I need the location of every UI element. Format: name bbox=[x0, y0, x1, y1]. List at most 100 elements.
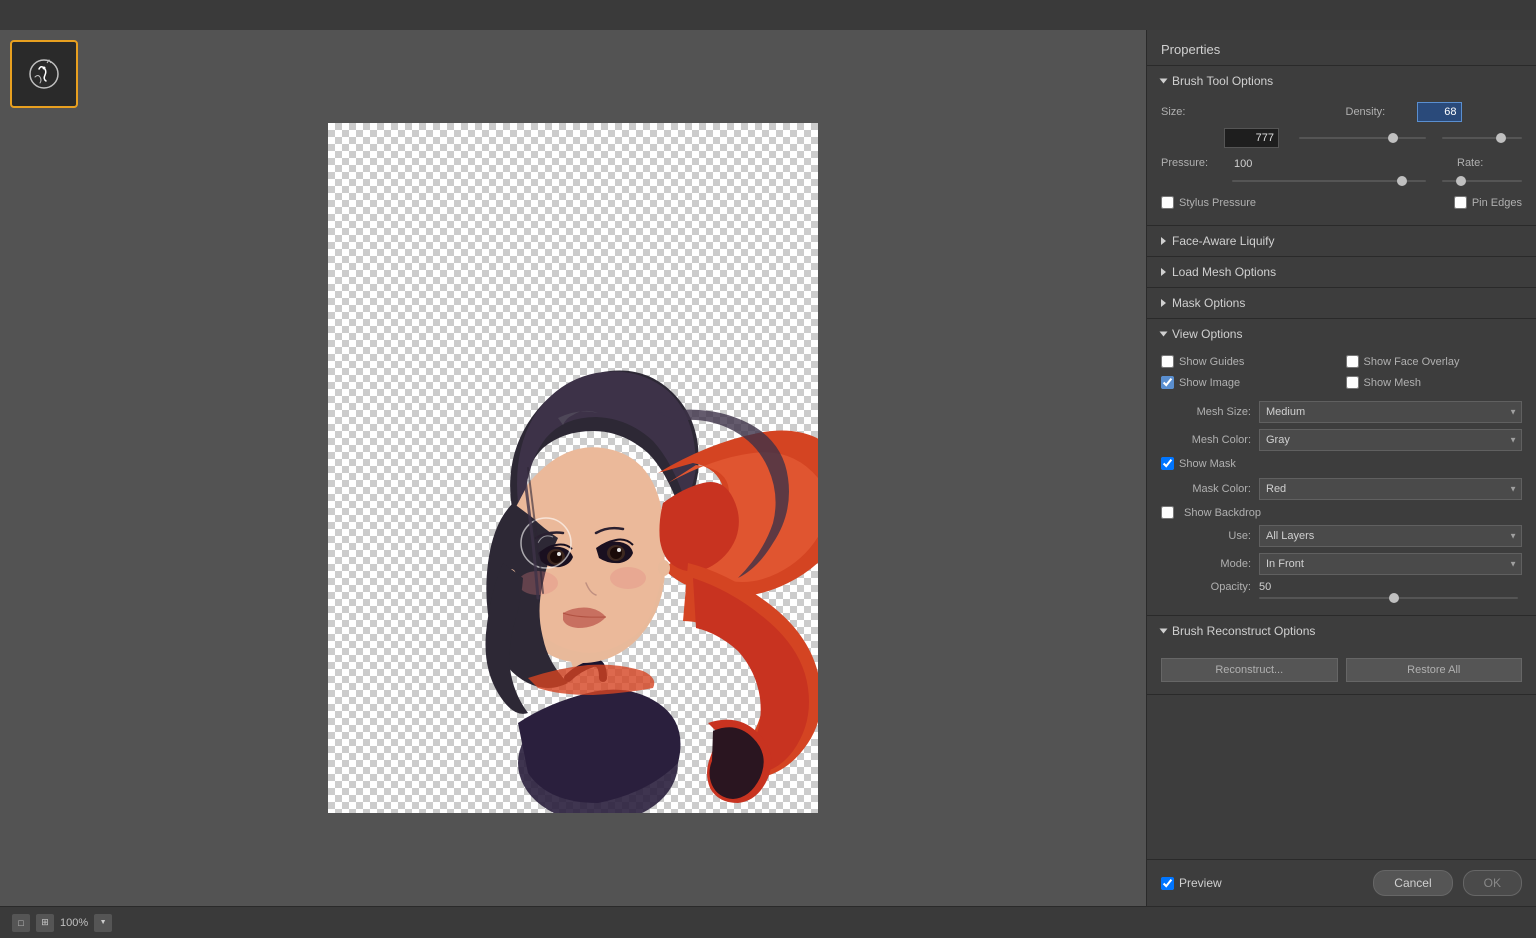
pin-edges-checkbox[interactable] bbox=[1454, 196, 1467, 209]
stylus-pressure-checkbox[interactable] bbox=[1161, 196, 1174, 209]
stylus-pressure-row: Stylus Pressure bbox=[1161, 196, 1256, 209]
density-slider-area bbox=[1442, 137, 1522, 139]
pressure-value: 100 bbox=[1234, 158, 1252, 170]
mode-select-wrapper: In Front Behind Blend bbox=[1259, 553, 1522, 575]
brush-tool-options-header[interactable]: Brush Tool Options bbox=[1147, 66, 1536, 96]
bottom-icon-1[interactable]: □ bbox=[12, 914, 30, 932]
mode-label: Mode: bbox=[1161, 558, 1251, 570]
view-options-header[interactable]: View Options bbox=[1147, 319, 1536, 349]
rate-label: Rate: bbox=[1457, 157, 1522, 169]
mask-color-select[interactable]: Red Green Blue White Black bbox=[1259, 478, 1522, 500]
brush-reconstruct-content: Reconstruct... Restore All bbox=[1147, 646, 1536, 694]
reconstruct-button[interactable]: Reconstruct... bbox=[1161, 658, 1338, 682]
density-input[interactable] bbox=[1417, 102, 1462, 122]
density-label: Density: bbox=[1346, 106, 1411, 118]
size-input[interactable] bbox=[1224, 128, 1279, 148]
panel-spacer bbox=[1147, 695, 1536, 859]
face-aware-section: Face-Aware Liquify bbox=[1147, 226, 1536, 257]
pressure-thumb[interactable] bbox=[1397, 176, 1407, 186]
tool-icon-box[interactable] bbox=[10, 40, 78, 108]
opacity-label: Opacity: bbox=[1161, 581, 1251, 593]
restore-all-button[interactable]: Restore All bbox=[1346, 658, 1523, 682]
mask-color-label: Mask Color: bbox=[1161, 483, 1251, 495]
show-mask-checkbox[interactable] bbox=[1161, 457, 1174, 470]
stylus-pin-row: Stylus Pressure Pin Edges bbox=[1161, 196, 1522, 213]
ok-button[interactable]: OK bbox=[1463, 870, 1522, 896]
brush-tool-options-title: Brush Tool Options bbox=[1172, 74, 1273, 88]
main-content: Properties Brush Tool Options Size: Dens… bbox=[0, 30, 1536, 906]
mask-options-section: Mask Options bbox=[1147, 288, 1536, 319]
brush-tool-options-content: Size: Density: bbox=[1147, 96, 1536, 225]
rate-track bbox=[1442, 180, 1522, 182]
show-face-overlay-row: Show Face Overlay bbox=[1346, 355, 1523, 368]
view-options-section: View Options Show Guides Show Face Overl… bbox=[1147, 319, 1536, 616]
preview-checkbox[interactable] bbox=[1161, 877, 1174, 890]
mesh-color-select-wrapper: Gray Black White Red bbox=[1259, 429, 1522, 451]
mode-select[interactable]: In Front Behind Blend bbox=[1259, 553, 1522, 575]
face-aware-title: Face-Aware Liquify bbox=[1172, 234, 1275, 248]
show-mesh-label: Show Mesh bbox=[1364, 377, 1421, 389]
brush-tool-options-section: Brush Tool Options Size: Density: bbox=[1147, 66, 1536, 226]
opacity-slider-row bbox=[1161, 597, 1522, 599]
size-thumb[interactable] bbox=[1388, 133, 1398, 143]
zoom-value: 100% bbox=[60, 917, 88, 929]
show-guides-row: Show Guides bbox=[1161, 355, 1338, 368]
use-select[interactable]: All Layers Background bbox=[1259, 525, 1522, 547]
top-bar bbox=[0, 0, 1536, 30]
bottom-icon-2[interactable]: ⊞ bbox=[36, 914, 54, 932]
canvas-image bbox=[328, 123, 818, 813]
rate-thumb[interactable] bbox=[1456, 176, 1466, 186]
size-slider[interactable] bbox=[1299, 131, 1426, 145]
mask-color-select-wrapper: Red Green Blue White Black bbox=[1259, 478, 1522, 500]
load-mesh-triangle bbox=[1161, 268, 1166, 276]
show-guides-label: Show Guides bbox=[1179, 356, 1244, 368]
mesh-color-label: Mesh Color: bbox=[1161, 434, 1251, 446]
load-mesh-title: Load Mesh Options bbox=[1172, 265, 1276, 279]
mesh-color-select[interactable]: Gray Black White Red bbox=[1259, 429, 1522, 451]
pin-edges-label: Pin Edges bbox=[1472, 197, 1522, 209]
cancel-button[interactable]: Cancel bbox=[1373, 870, 1452, 896]
brush-tool-options-triangle bbox=[1160, 79, 1168, 84]
size-row: Size: Density: bbox=[1161, 102, 1522, 122]
pressure-track bbox=[1232, 180, 1426, 182]
show-mask-label: Show Mask bbox=[1179, 458, 1236, 470]
opacity-thumb[interactable] bbox=[1389, 593, 1399, 603]
pressure-label: Pressure: bbox=[1161, 157, 1226, 169]
show-image-label: Show Image bbox=[1179, 377, 1240, 389]
mesh-size-select[interactable]: Medium Small Large bbox=[1259, 401, 1522, 423]
brush-reconstruct-header[interactable]: Brush Reconstruct Options bbox=[1147, 616, 1536, 646]
footer-buttons: Cancel OK bbox=[1373, 870, 1522, 896]
mask-options-header[interactable]: Mask Options bbox=[1147, 288, 1536, 318]
mesh-size-label: Mesh Size: bbox=[1161, 406, 1251, 418]
show-mesh-checkbox[interactable] bbox=[1346, 376, 1359, 389]
view-options-title: View Options bbox=[1172, 327, 1242, 341]
show-face-overlay-label: Show Face Overlay bbox=[1364, 356, 1460, 368]
view-options-triangle bbox=[1160, 332, 1168, 337]
load-mesh-header[interactable]: Load Mesh Options bbox=[1147, 257, 1536, 287]
artwork-svg bbox=[328, 123, 818, 813]
mesh-size-select-wrapper: Medium Small Large bbox=[1259, 401, 1522, 423]
mask-options-triangle bbox=[1161, 299, 1166, 307]
zoom-dropdown-icon[interactable]: ▼ bbox=[94, 914, 112, 932]
density-thumb[interactable] bbox=[1496, 133, 1506, 143]
face-aware-triangle bbox=[1161, 237, 1166, 245]
show-backdrop-checkbox[interactable] bbox=[1161, 506, 1174, 519]
mesh-size-row: Mesh Size: Medium Small Large bbox=[1161, 401, 1522, 423]
opacity-row: Opacity: 50 bbox=[1161, 581, 1522, 593]
canvas-area bbox=[0, 30, 1146, 906]
show-image-checkbox[interactable] bbox=[1161, 376, 1174, 389]
show-mesh-row: Show Mesh bbox=[1346, 376, 1523, 389]
size-label: Size: bbox=[1161, 106, 1226, 118]
view-grid-1: Show Guides Show Face Overlay Show Image… bbox=[1161, 355, 1522, 393]
brush-reconstruct-section: Brush Reconstruct Options Reconstruct...… bbox=[1147, 616, 1536, 695]
pressure-slider[interactable] bbox=[1232, 174, 1426, 188]
mode-row: Mode: In Front Behind Blend bbox=[1161, 553, 1522, 575]
face-aware-header[interactable]: Face-Aware Liquify bbox=[1147, 226, 1536, 256]
show-guides-checkbox[interactable] bbox=[1161, 355, 1174, 368]
mask-color-row: Mask Color: Red Green Blue White Black bbox=[1161, 478, 1522, 500]
mesh-color-row: Mesh Color: Gray Black White Red bbox=[1161, 429, 1522, 451]
size-track bbox=[1299, 137, 1426, 139]
size-slider-row bbox=[1161, 128, 1522, 148]
show-face-overlay-checkbox[interactable] bbox=[1346, 355, 1359, 368]
view-options-content: Show Guides Show Face Overlay Show Image… bbox=[1147, 349, 1536, 615]
